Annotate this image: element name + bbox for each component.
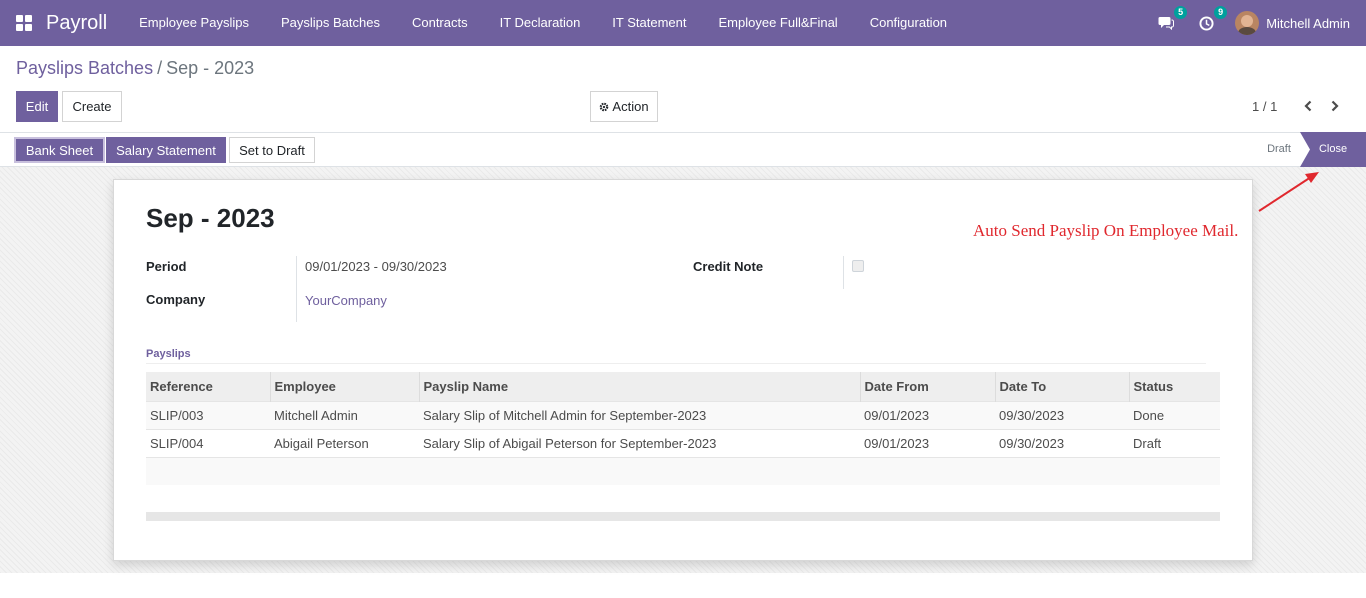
cell-date-from: 09/01/2023 [860,400,995,429]
company-value[interactable]: YourCompany [305,293,387,308]
column-header-payslip-name[interactable]: Payslip Name [418,372,860,401]
edit-button[interactable]: Edit [16,91,58,122]
table-header-row: Reference Employee Payslip Name Date Fro… [146,372,1220,401]
credit-note-label: Credit Note [693,259,764,274]
annotation-text: Auto Send Payslip On Employee Mail. [973,221,1239,240]
credit-note-checkbox[interactable] [852,260,864,272]
breadcrumb-parent[interactable]: Payslips Batches [16,58,153,79]
menu-payslips-batches[interactable]: Payslips Batches [265,0,396,46]
table-row[interactable]: SLIP/004 Abigail Peterson Salary Slip of… [146,428,1220,457]
pager-previous-button[interactable] [1296,94,1320,118]
company-label: Company [146,292,206,307]
cell-payslip-name: Salary Slip of Abigail Peterson for Sept… [419,428,860,457]
action-button[interactable]: Action [590,91,658,122]
messages-badge: 5 [1174,6,1188,19]
menu-it-declaration[interactable]: IT Declaration [484,0,597,46]
messages-button[interactable]: 5 [1155,6,1188,34]
payslips-table: Reference Employee Payslip Name Date Fro… [146,372,1220,485]
menu-employee-full-final[interactable]: Employee Full&Final [702,0,853,46]
cell-reference: SLIP/004 [146,428,270,457]
main-menu: Employee Payslips Payslips Batches Contr… [123,0,963,46]
user-name[interactable]: Mitchell Admin [1266,16,1350,31]
stage-draft[interactable]: Draft [1256,133,1302,166]
menu-it-statement[interactable]: IT Statement [596,0,702,46]
menu-contracts[interactable]: Contracts [396,0,484,46]
period-value[interactable]: 09/01/2023 - 09/30/2023 [305,259,447,274]
breadcrumb: Payslips Batches / Sep - 2023 [16,58,254,79]
user-avatar[interactable] [1235,11,1260,35]
cell-status: Draft [1129,428,1220,457]
app-brand[interactable]: Payroll [46,12,107,35]
top-navbar: Payroll Employee Payslips Payslips Batch… [0,0,1366,46]
action-label: Action [612,99,649,114]
cell-payslip-name: Salary Slip of Mitchell Admin for Septem… [419,400,860,429]
chat-icon [1158,17,1175,30]
period-label: Period [146,259,187,274]
column-header-employee[interactable]: Employee [269,372,419,401]
column-header-date-to[interactable]: Date To [994,372,1129,401]
record-title: Sep - 2023 [146,203,275,233]
payslips-section-title: Payslips [146,348,191,360]
stage-close[interactable]: Close [1300,132,1366,167]
set-to-draft-button[interactable]: Set to Draft [229,137,315,163]
form-statusbar: Bank Sheet Salary Statement Set to Draft… [0,132,1366,167]
cell-date-from: 09/01/2023 [860,428,995,457]
chevron-right-icon [1331,100,1339,112]
activities-button[interactable]: 9 [1195,6,1228,34]
breadcrumb-current: Sep - 2023 [166,58,255,78]
cell-employee: Mitchell Admin [270,400,419,429]
column-header-reference[interactable]: Reference [146,372,270,401]
breadcrumb-separator: / [157,58,163,78]
annotation-arrow-icon [1258,172,1319,212]
pager-value[interactable]: 1 / 1 [1252,99,1277,114]
cell-date-to: 09/30/2023 [995,400,1129,429]
cell-employee: Abigail Peterson [270,428,419,457]
clock-icon [1199,15,1214,31]
pager-next-button[interactable] [1323,94,1347,118]
menu-employee-payslips[interactable]: Employee Payslips [123,0,265,46]
bank-sheet-button[interactable]: Bank Sheet [14,137,105,163]
chevron-left-icon [1304,100,1312,112]
menu-configuration[interactable]: Configuration [854,0,963,46]
column-header-date-from[interactable]: Date From [859,372,995,401]
table-footer [146,512,1220,521]
section-divider [146,363,1206,364]
empty-table-row [146,456,1220,485]
column-header-status[interactable]: Status [1128,372,1220,401]
cell-date-to: 09/30/2023 [995,428,1129,457]
navbar-systray: 5 9 Mitchell Admin [1155,0,1350,46]
create-button[interactable]: Create [62,91,122,122]
field-divider [296,256,297,322]
table-row[interactable]: SLIP/003 Mitchell Admin Salary Slip of M… [146,400,1220,429]
salary-statement-button[interactable]: Salary Statement [106,137,226,163]
gear-icon [600,102,609,111]
field-divider [843,256,844,289]
cell-reference: SLIP/003 [146,400,270,429]
cell-status: Done [1129,400,1220,429]
activities-badge: 9 [1214,6,1228,19]
apps-menu-icon[interactable] [16,15,32,31]
